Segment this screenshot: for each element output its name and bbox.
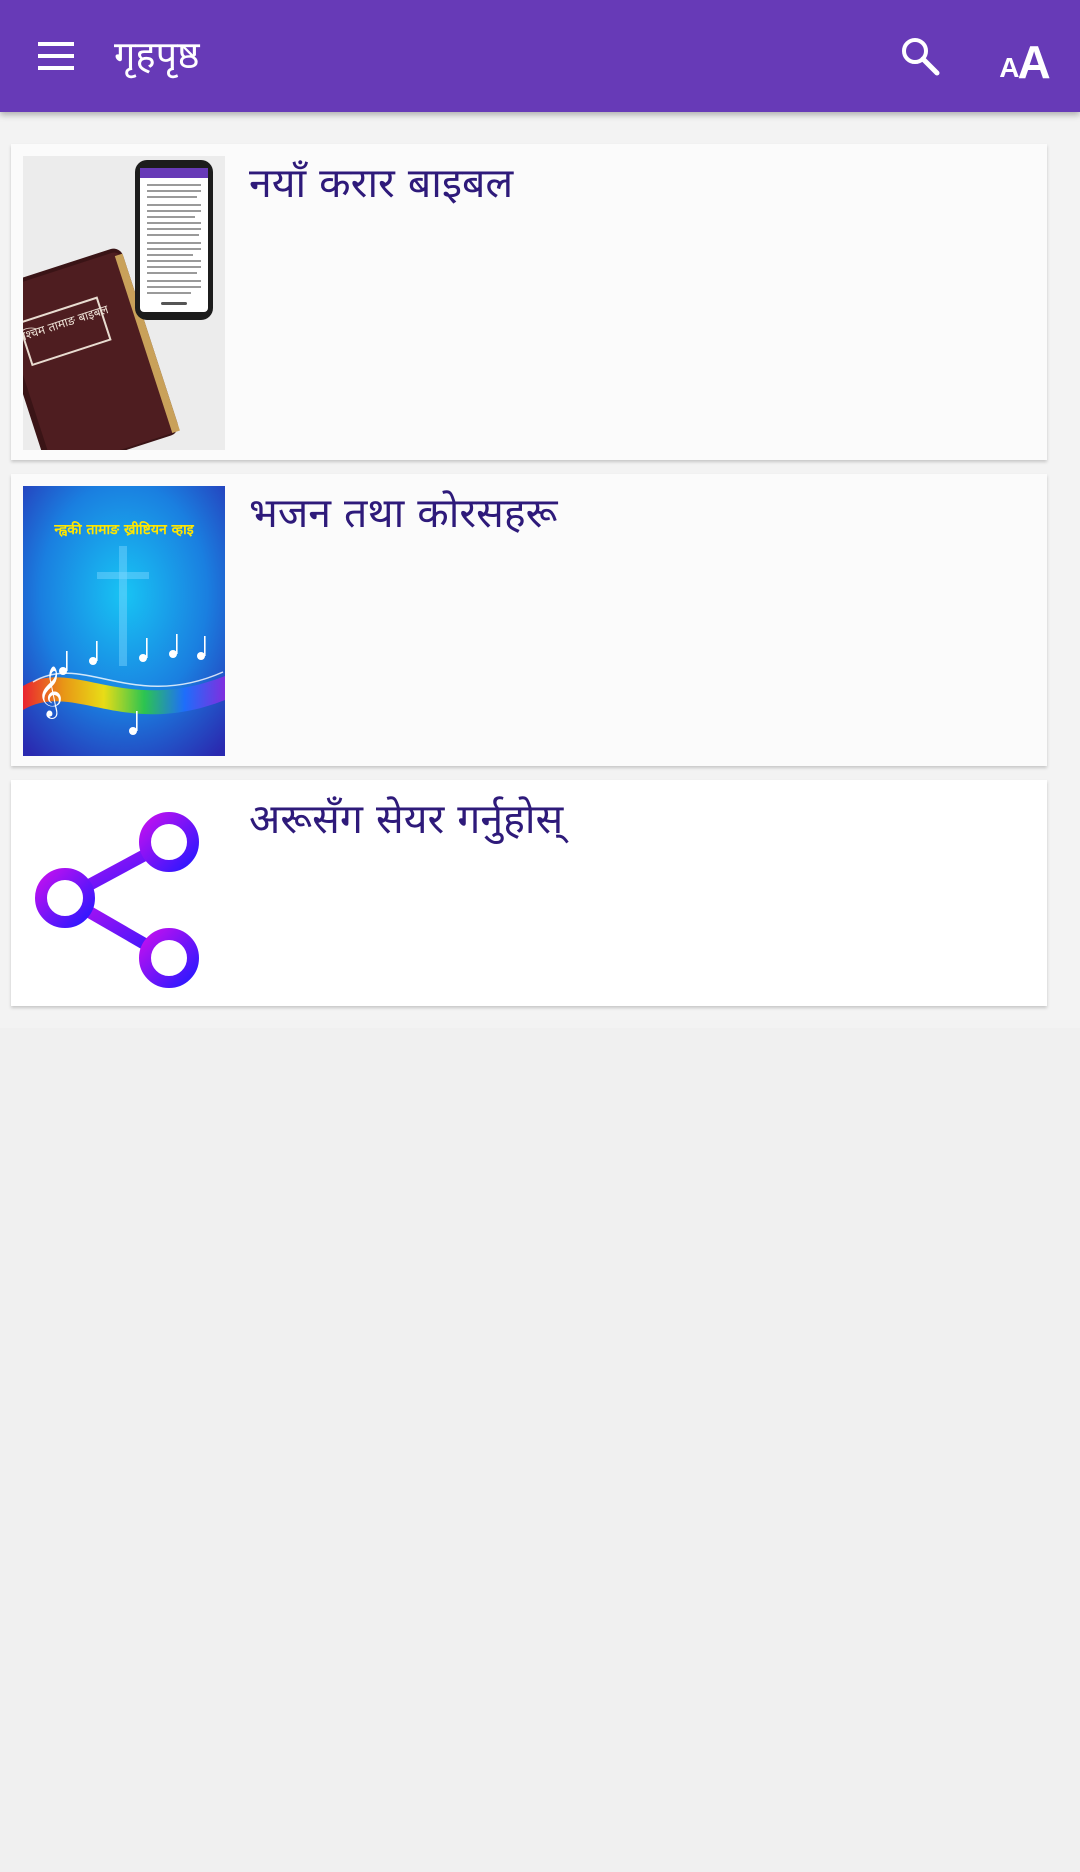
font-size-small-glyph: A <box>999 52 1020 83</box>
item-label-hymns: भजन तथा कोरसहरू <box>249 489 558 537</box>
menu-icon <box>38 42 74 70</box>
font-size-big-glyph: A <box>1017 36 1051 88</box>
list-item-bible[interactable]: पश्चिम तामाङ बाइबल नयाँ करार बाइबल <box>11 144 1047 460</box>
bible-book-and-phone-image: पश्चिम तामाङ बाइबल <box>23 156 225 450</box>
item-label-share: अरूसँग सेयर गर्नुहोस् <box>249 795 564 843</box>
hymn-book-cover-image: न्ह्वकी तामाङ ख्रीष्टियन व्हाइ 𝄞 <box>23 486 225 756</box>
share-icon <box>35 812 199 988</box>
hymns-thumbnail: न्ह्वकी तामाङ ख्रीष्टियन व्हाइ 𝄞 <box>23 486 225 756</box>
list-item-hymns[interactable]: न्ह्वकी तामाङ ख्रीष्टियन व्हाइ 𝄞 भजन तथा… <box>11 474 1047 766</box>
page-title: गृहपृष्ठ <box>114 33 200 77</box>
font-size-button[interactable]: A A <box>990 24 1060 88</box>
svg-text:𝄞: 𝄞 <box>37 666 63 719</box>
menu-button[interactable] <box>24 24 88 88</box>
search-button[interactable] <box>888 24 952 88</box>
item-label-bible: नयाँ करार बाइबल <box>249 159 514 207</box>
app-bar: गृहपृष्ठ A A <box>0 0 1080 112</box>
bible-thumbnail: पश्चिम तामाङ बाइबल <box>23 156 225 450</box>
search-icon <box>902 38 940 76</box>
svg-text:न्ह्वकी तामाङ ख्रीष्टियन व्हाइ: न्ह्वकी तामाङ ख्रीष्टियन व्हाइ <box>53 521 194 538</box>
list-item-share[interactable]: अरूसँग सेयर गर्नुहोस् <box>11 780 1047 1006</box>
share-thumbnail <box>23 792 225 992</box>
